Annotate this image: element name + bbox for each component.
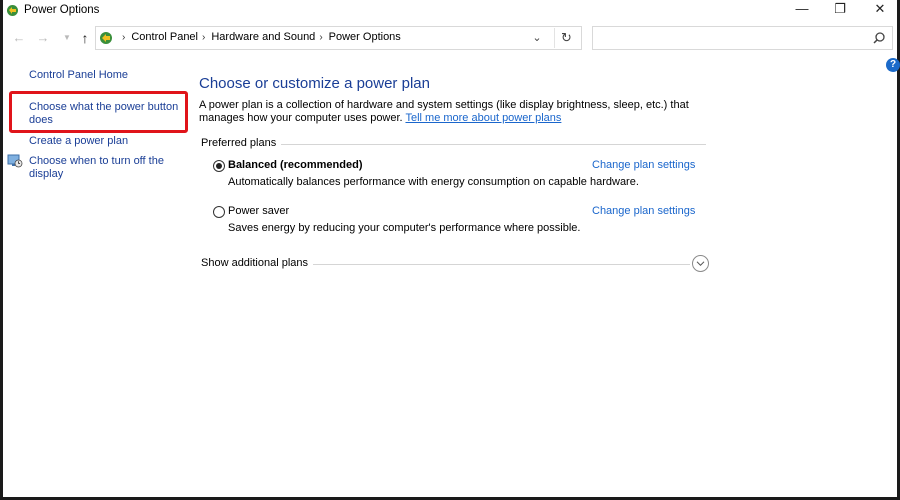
show-additional-plans[interactable]: Show additional plans xyxy=(201,255,711,273)
search-box[interactable] xyxy=(592,26,893,50)
power-options-app-icon xyxy=(7,5,18,16)
display-power-icon xyxy=(7,154,23,168)
power-options-window: Power Options — ❐ ✕ ← → ▼ ↑ › Control Pan… xyxy=(0,0,900,500)
recent-locations-icon[interactable]: ▼ xyxy=(57,27,77,49)
main-content: Choose or customize a power plan A power… xyxy=(199,60,719,460)
breadcrumb-control-panel[interactable]: Control Panel xyxy=(131,31,198,43)
breadcrumb-separator-icon: › xyxy=(122,32,126,43)
title-bar: Power Options — ❐ ✕ xyxy=(3,0,897,22)
change-plan-settings-link[interactable]: Change plan settings xyxy=(592,205,695,217)
control-panel-icon xyxy=(100,32,112,44)
search-icon[interactable] xyxy=(872,31,886,45)
chevron-down-icon[interactable]: ⌄ xyxy=(528,30,546,46)
navigation-bar: ← → ▼ ↑ › Control Panel › Hardware and Soun… xyxy=(3,24,897,52)
choose-power-button-link[interactable]: Choose what the power button does xyxy=(29,101,181,127)
minimize-button[interactable]: — xyxy=(783,0,821,20)
turn-off-display-link[interactable]: Choose when to turn off the display xyxy=(29,155,179,181)
breadcrumb-separator-icon: › xyxy=(202,32,206,43)
maximize-button[interactable]: ❐ xyxy=(821,0,859,20)
intro-text: A power plan is a collection of hardware… xyxy=(199,99,714,125)
plan-description: Saves energy by reducing your computer's… xyxy=(228,222,581,234)
show-additional-plans-label[interactable]: Show additional plans xyxy=(201,257,314,269)
breadcrumb: › Control Panel › Hardware and Sound › Power … xyxy=(118,31,401,43)
balanced-radio[interactable] xyxy=(213,160,225,172)
tell-me-more-link[interactable]: Tell me more about power plans xyxy=(405,112,561,124)
breadcrumb-hardware-and-sound[interactable]: Hardware and Sound xyxy=(211,31,315,43)
plan-description: Automatically balances performance with … xyxy=(228,176,639,188)
address-bar[interactable]: › Control Panel › Hardware and Sound › Power … xyxy=(95,26,582,50)
forward-arrow-icon[interactable]: → xyxy=(33,27,53,49)
page-title: Choose or customize a power plan xyxy=(199,75,430,92)
divider xyxy=(308,264,690,265)
preferred-plans-label: Preferred plans xyxy=(201,137,282,149)
close-button[interactable]: ✕ xyxy=(861,0,899,20)
plan-name[interactable]: Balanced (recommended) xyxy=(228,159,362,171)
change-plan-settings-link[interactable]: Change plan settings xyxy=(592,159,695,171)
breadcrumb-power-options[interactable]: Power Options xyxy=(329,31,401,43)
help-icon[interactable]: ? xyxy=(886,58,900,72)
up-arrow-icon[interactable]: ↑ xyxy=(75,27,95,49)
search-input[interactable] xyxy=(597,30,857,46)
refresh-icon[interactable]: ↻ xyxy=(554,28,578,48)
window-title: Power Options xyxy=(24,4,100,16)
plan-balanced: Balanced (recommended) Automatically bal… xyxy=(213,159,695,195)
divider xyxy=(276,144,706,145)
preferred-plans-header: Preferred plans xyxy=(201,137,706,151)
plan-name[interactable]: Power saver xyxy=(228,205,289,217)
create-power-plan-link[interactable]: Create a power plan xyxy=(29,135,128,148)
expand-chevron-icon[interactable] xyxy=(692,255,709,272)
power-saver-radio[interactable] xyxy=(213,206,225,218)
left-navigation-pane: Control Panel Home Choose what the power… xyxy=(3,60,193,490)
plan-power-saver: Power saver Saves energy by reducing you… xyxy=(213,205,695,241)
breadcrumb-separator-icon: › xyxy=(319,32,323,43)
control-panel-home-link[interactable]: Control Panel Home xyxy=(29,69,128,82)
back-arrow-icon[interactable]: ← xyxy=(9,27,29,49)
